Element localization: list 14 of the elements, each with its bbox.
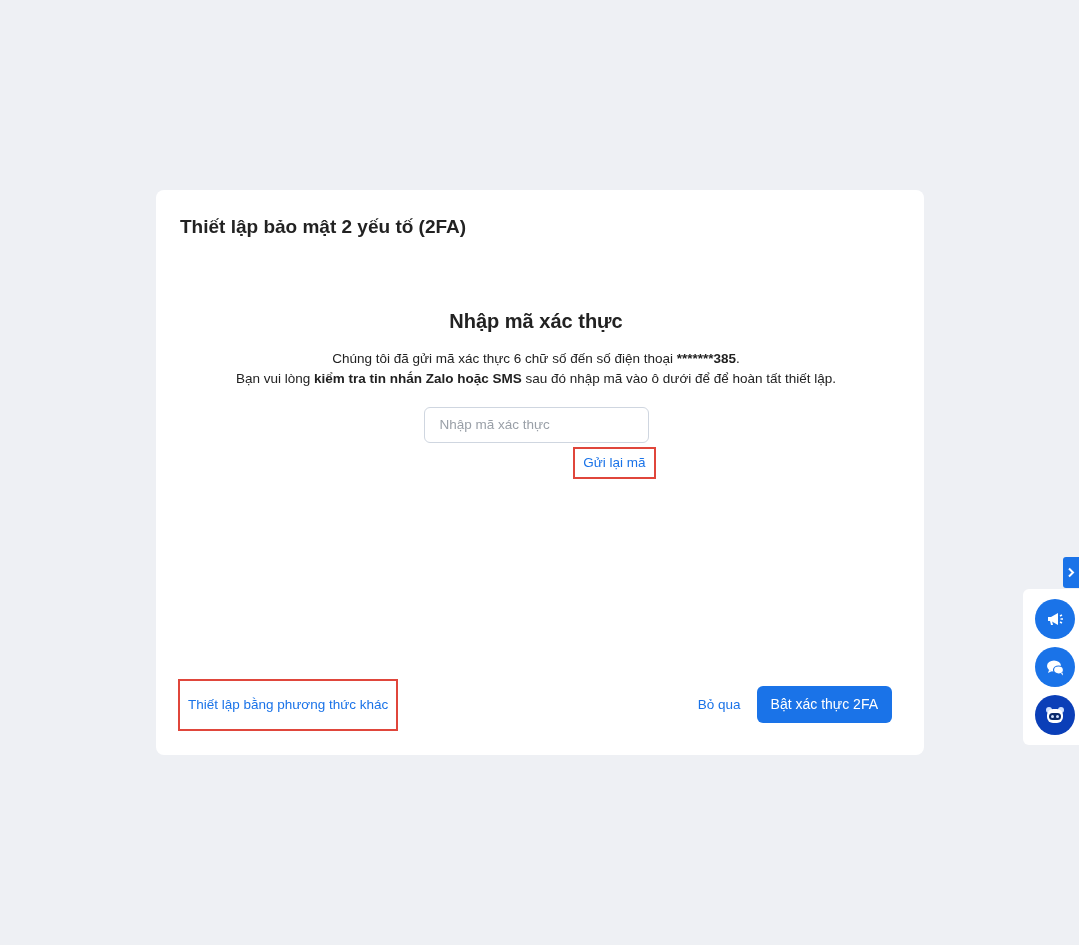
chat-button[interactable] xyxy=(1035,647,1075,687)
resend-code-link[interactable]: Gửi lại mã xyxy=(575,448,654,478)
section-heading: Nhập mã xác thực xyxy=(449,308,623,333)
other-method-link[interactable]: Thiết lập bằng phương thức khác xyxy=(180,680,397,729)
message-text: Chúng tôi đã gửi mã xác thực 6 chữ số đến số điện thoại *******385. xyxy=(331,349,741,368)
assistant-button[interactable] xyxy=(1035,695,1075,735)
code-input-field[interactable]: Nhập mã xác thực xyxy=(423,406,649,443)
chevron-right-icon xyxy=(1067,567,1075,578)
dialog-title: Thiết lập bảo mật 2 yếu tố (2FA) xyxy=(180,216,468,239)
message-text: Bạn vui lòng kiểm tra tin nhắn Zalo hoặc SMS sau đó nhập mã vào ô dưới để để hoàn tất thiết lập. xyxy=(235,369,837,388)
announcement-button[interactable] xyxy=(1035,599,1075,639)
enable-2fa-button[interactable]: Bật xác thực 2FA xyxy=(756,686,892,724)
collapse-tab[interactable] xyxy=(1063,557,1079,588)
skip-link[interactable]: Bỏ qua xyxy=(697,694,741,715)
